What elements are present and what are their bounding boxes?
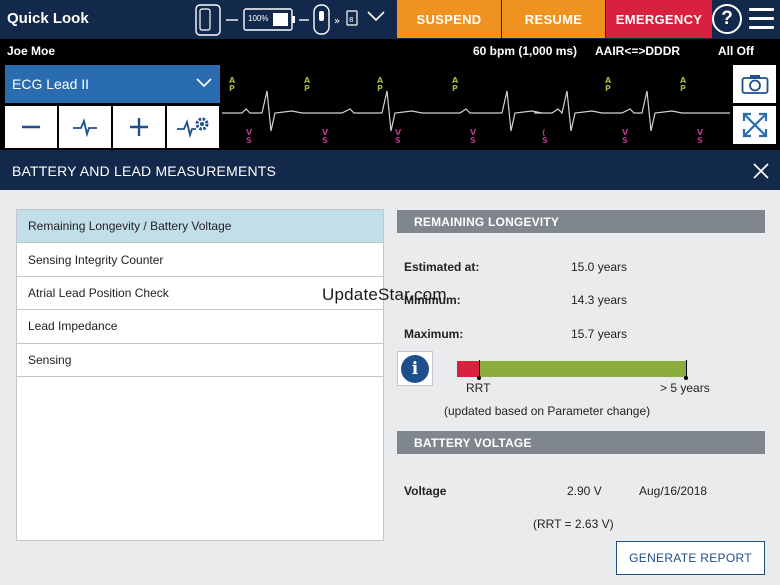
pacing-mode: AAIR<=>DDDR [595, 44, 681, 58]
voltage-label: Voltage [404, 484, 447, 498]
battery-percent: 100% [248, 14, 269, 23]
rrt-note: (RRT = 2.63 V) [533, 517, 614, 531]
info-icon: i [401, 354, 429, 383]
svg-text:S: S [697, 136, 703, 145]
panel-body: Remaining Longevity / Battery Voltage Se… [0, 190, 780, 585]
expand-icon [742, 112, 767, 138]
svg-text:P: P [377, 84, 383, 93]
panel-header: BATTERY AND LEAD MEASUREMENTS [0, 150, 780, 190]
resume-button[interactable]: RESUME [502, 0, 605, 38]
plus-icon [130, 118, 148, 136]
voltage-date: Aug/16/2018 [639, 484, 708, 498]
estimated-label: Estimated at: [404, 260, 480, 274]
svg-text:P: P [680, 84, 686, 93]
svg-text:S: S [622, 136, 628, 145]
pulse-button[interactable] [59, 106, 111, 148]
rrt-dot [477, 376, 481, 380]
generate-report-button[interactable]: GENERATE REPORT [616, 541, 765, 575]
patient-name: Joe Moe [7, 44, 56, 58]
status-all-off: All Off [718, 44, 754, 58]
device-status: » 8 100% [192, 0, 392, 39]
maximum-label: Maximum: [404, 327, 464, 341]
svg-text:S: S [470, 136, 476, 145]
help-button[interactable]: ? [712, 4, 742, 34]
ecg-trace: AP AP AP AP AP AP VS VS VS VS (S VS VS [222, 76, 730, 145]
close-icon[interactable] [753, 163, 769, 179]
ecg-settings-button[interactable] [167, 106, 219, 148]
svg-text:P: P [605, 84, 611, 93]
ecg-area: Joe Moe 60 bpm (1,000 ms) AAIR<=>DDDR Al… [0, 39, 780, 150]
svg-text:8: 8 [349, 16, 353, 24]
app-title: Quick Look [7, 10, 89, 27]
svg-text:S: S [322, 136, 328, 145]
list-item-sensing[interactable]: Sensing [17, 344, 383, 377]
expand-button[interactable] [733, 106, 776, 144]
camera-icon [741, 75, 768, 94]
pulse-icon [73, 118, 97, 138]
longevity-note: (updated based on Parameter change) [444, 404, 651, 418]
list-item-remaining-longevity[interactable]: Remaining Longevity / Battery Voltage [17, 210, 383, 244]
pulse-settings-icon [177, 117, 209, 139]
suspend-button[interactable]: SUSPEND [397, 0, 501, 38]
decrease-gain-button[interactable] [5, 106, 57, 148]
svg-text:S: S [395, 136, 401, 145]
svg-text:»: » [334, 16, 340, 27]
maximum-value: 15.7 years [571, 327, 628, 341]
svg-text:P: P [452, 84, 458, 93]
end-dot [684, 376, 688, 380]
chevron-down-icon [196, 78, 212, 88]
longevity-bar-remaining-segment [479, 361, 687, 377]
ecg-lead-select[interactable]: ECG Lead II [5, 65, 220, 103]
longevity-bar-rrt-segment [457, 361, 479, 377]
ecg-lead-value: ECG Lead II [12, 76, 90, 92]
bar-end-label: > 5 years [660, 381, 710, 395]
emergency-button[interactable]: EMERGENCY [606, 0, 712, 38]
list-item-sensing-integrity[interactable]: Sensing Integrity Counter [17, 243, 383, 277]
measurement-list: Remaining Longevity / Battery Voltage Se… [16, 209, 384, 541]
info-button[interactable]: i [397, 351, 433, 386]
remaining-longevity-header: REMAINING LONGEVITY [397, 210, 765, 233]
minus-icon [22, 125, 40, 129]
minimum-value: 14.3 years [571, 293, 628, 307]
heart-rate: 60 bpm (1,000 ms) [473, 44, 578, 58]
svg-text:P: P [229, 84, 235, 93]
increase-gain-button[interactable] [113, 106, 165, 148]
bar-start-label: RRT [466, 381, 491, 395]
watermark: UpdateStar.com [322, 285, 447, 304]
panel-title: BATTERY AND LEAD MEASUREMENTS [12, 163, 277, 179]
voltage-value: 2.90 V [567, 484, 602, 498]
device-status-icons: » 8 [195, 4, 385, 36]
svg-text:S: S [542, 136, 548, 145]
battery-voltage-header: BATTERY VOLTAGE [397, 431, 765, 454]
estimated-value: 15.0 years [571, 260, 628, 274]
top-bar: Quick Look » 8 100% SUSPEND RESUME EMERG… [0, 0, 780, 39]
list-item-lead-impedance[interactable]: Lead Impedance [17, 310, 383, 344]
camera-button[interactable] [733, 65, 776, 103]
menu-icon[interactable] [749, 8, 774, 30]
svg-text:S: S [246, 136, 252, 145]
svg-text:P: P [304, 84, 310, 93]
